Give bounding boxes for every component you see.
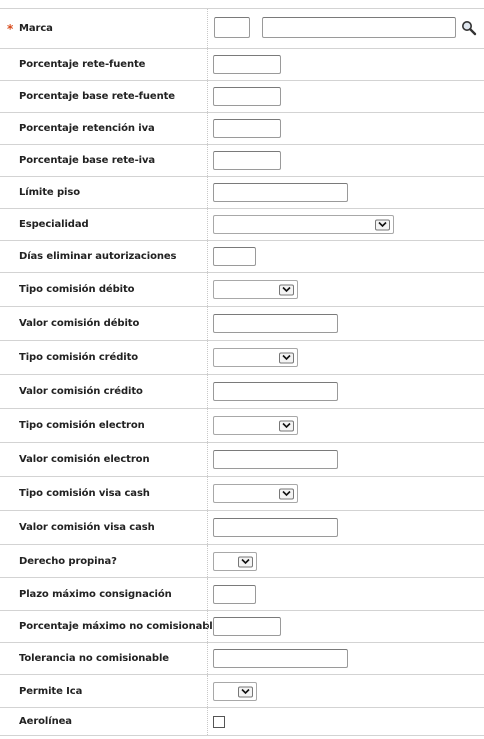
required-marker: *: [7, 21, 14, 36]
column-divider: [207, 273, 208, 306]
column-divider: [207, 209, 208, 240]
column-divider: [207, 177, 208, 208]
row-valor-comision-debito: Valor comisión débito: [0, 307, 484, 341]
chevron-down-icon[interactable]: [238, 556, 253, 567]
label-valor-comision-visa-cash: Valor comisión visa cash: [19, 522, 155, 533]
label-porcentaje-maximo-no-comisionable: Porcentaje máximo no comisionable: [19, 621, 220, 632]
row-valor-comision-credito: Valor comisión crédito: [0, 375, 484, 409]
label-tipo-comision-debito: Tipo comisión débito: [19, 284, 135, 295]
column-divider: [207, 675, 208, 707]
label-tipo-comision-electron: Tipo comisión electron: [19, 420, 145, 431]
row-plazo-maximo-consignacion: Plazo máximo consignación: [0, 578, 484, 611]
row-especialidad: Especialidad: [0, 209, 484, 241]
column-divider: [207, 341, 208, 374]
magnifier-icon[interactable]: [461, 20, 477, 36]
column-divider: [207, 443, 208, 476]
label-tolerancia-no-comisionable: Tolerancia no comisionable: [19, 653, 169, 664]
porcentaje-base-rete-fuente-input[interactable]: [213, 87, 281, 106]
label-porcentaje-base-rete-iva: Porcentaje base rete-iva: [19, 155, 156, 166]
tipo-comision-visa-cash-select[interactable]: [213, 484, 298, 503]
column-divider: [207, 477, 208, 510]
tipo-comision-credito-select[interactable]: [213, 348, 298, 367]
porcentaje-rete-fuente-input[interactable]: [213, 55, 281, 74]
column-divider: [207, 145, 208, 176]
label-plazo-maximo-consignacion: Plazo máximo consignación: [19, 588, 172, 600]
valor-comision-electron-input[interactable]: [213, 450, 338, 469]
row-porcentaje-base-rete-fuente: Porcentaje base rete-fuente: [0, 81, 484, 113]
column-divider: [207, 545, 208, 577]
label-permite-ica: Permite Ica: [19, 685, 83, 697]
label-dias-eliminar-autorizaciones: Días eliminar autorizaciones: [19, 251, 177, 262]
column-divider: [207, 81, 208, 112]
row-porcentaje-retencion-iva: Porcentaje retención iva: [0, 113, 484, 145]
tolerancia-no-comisionable-input[interactable]: [213, 649, 348, 668]
row-valor-comision-visa-cash: Valor comisión visa cash: [0, 511, 484, 545]
permite-ica-select[interactable]: [213, 682, 257, 701]
aerolinea-checkbox[interactable]: [213, 716, 225, 728]
label-aerolinea: Aerolínea: [19, 716, 72, 727]
row-tipo-comision-visa-cash: Tipo comisión visa cash: [0, 477, 484, 511]
marca-code-input[interactable]: [214, 17, 250, 38]
row-tipo-comision-electron: Tipo comisión electron: [0, 409, 484, 443]
row-tipo-comision-debito: Tipo comisión débito: [0, 273, 484, 307]
label-porcentaje-rete-fuente: Porcentaje rete-fuente: [19, 59, 146, 70]
row-tolerancia-no-comisionable: Tolerancia no comisionable: [0, 643, 484, 675]
chevron-down-icon[interactable]: [279, 488, 294, 499]
label-tipo-comision-visa-cash: Tipo comisión visa cash: [19, 488, 150, 499]
row-derecho-propina: Derecho propina?: [0, 545, 484, 578]
valor-comision-visa-cash-input[interactable]: [213, 518, 338, 537]
porcentaje-base-rete-iva-input[interactable]: [213, 151, 281, 170]
row-valor-comision-electron: Valor comisión electron: [0, 443, 484, 477]
row-tipo-comision-credito: Tipo comisión crédito: [0, 341, 484, 375]
row-permite-ica: Permite Ica: [0, 675, 484, 708]
column-divider: [207, 49, 208, 80]
row-limite-piso: Límite piso: [0, 177, 484, 209]
row-aerolinea: Aerolínea: [0, 708, 484, 736]
label-tipo-comision-credito: Tipo comisión crédito: [19, 352, 139, 363]
column-divider: [207, 708, 208, 735]
chevron-down-icon[interactable]: [375, 219, 390, 230]
column-divider: [207, 113, 208, 144]
especialidad-select[interactable]: [213, 215, 394, 234]
column-divider: [207, 578, 208, 610]
merchant-form: * Marca Porcentaje rete-fuente Porcentaj…: [0, 8, 484, 736]
label-porcentaje-base-rete-fuente: Porcentaje base rete-fuente: [19, 91, 175, 102]
marca-name-input[interactable]: [262, 17, 456, 38]
row-porcentaje-maximo-no-comisionable: Porcentaje máximo no comisionable: [0, 611, 484, 643]
label-porcentaje-retencion-iva: Porcentaje retención iva: [19, 123, 155, 134]
chevron-down-icon[interactable]: [279, 284, 294, 295]
column-divider: [207, 511, 208, 544]
row-dias-eliminar-autorizaciones: Días eliminar autorizaciones: [0, 241, 484, 273]
column-divider: [207, 307, 208, 340]
porcentaje-maximo-no-comisionable-input[interactable]: [213, 617, 281, 636]
column-divider: [207, 375, 208, 408]
valor-comision-credito-input[interactable]: [213, 382, 338, 401]
valor-comision-debito-input[interactable]: [213, 314, 338, 333]
chevron-down-icon[interactable]: [279, 352, 294, 363]
label-especialidad: Especialidad: [19, 219, 89, 230]
label-derecho-propina: Derecho propina?: [19, 555, 117, 567]
chevron-down-icon[interactable]: [238, 686, 253, 697]
plazo-maximo-consignacion-input[interactable]: [213, 585, 256, 604]
label-valor-comision-credito: Valor comisión crédito: [19, 386, 143, 397]
column-divider: [207, 9, 208, 48]
column-divider: [207, 409, 208, 442]
dias-eliminar-autorizaciones-input[interactable]: [213, 247, 256, 266]
label-valor-comision-electron: Valor comisión electron: [19, 454, 150, 465]
column-divider: [207, 611, 208, 642]
porcentaje-retencion-iva-input[interactable]: [213, 119, 281, 138]
row-porcentaje-base-rete-iva: Porcentaje base rete-iva: [0, 145, 484, 177]
row-marca: * Marca: [0, 9, 484, 49]
column-divider: [207, 241, 208, 272]
label-marca: Marca: [19, 23, 53, 34]
limite-piso-input[interactable]: [213, 183, 348, 202]
label-valor-comision-debito: Valor comisión débito: [19, 318, 140, 329]
derecho-propina-select[interactable]: [213, 552, 257, 571]
tipo-comision-electron-select[interactable]: [213, 416, 298, 435]
tipo-comision-debito-select[interactable]: [213, 280, 298, 299]
column-divider: [207, 643, 208, 674]
row-porcentaje-rete-fuente: Porcentaje rete-fuente: [0, 49, 484, 81]
chevron-down-icon[interactable]: [279, 420, 294, 431]
label-limite-piso: Límite piso: [19, 187, 80, 198]
